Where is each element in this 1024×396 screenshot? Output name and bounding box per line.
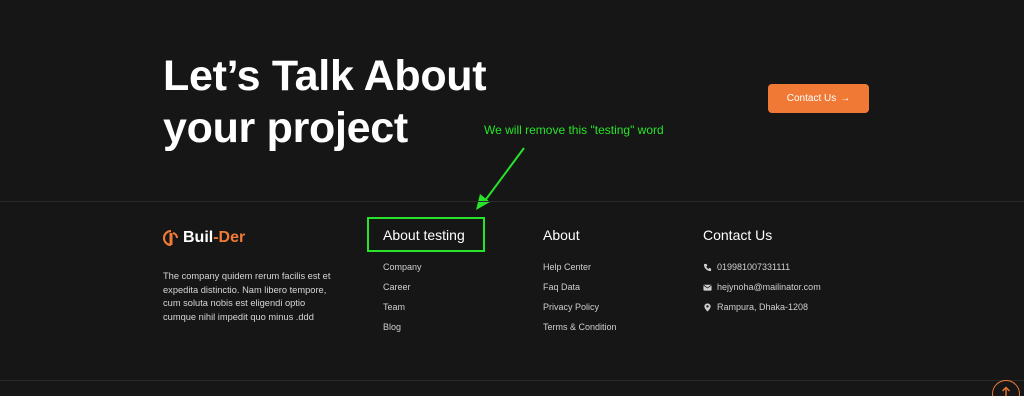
footer-link-help-center[interactable]: Help Center bbox=[543, 257, 617, 277]
bottom-divider bbox=[0, 380, 1024, 381]
brand-logo[interactable]: Buil - Der bbox=[163, 229, 245, 247]
footer-col-contact-heading: Contact Us bbox=[703, 227, 773, 243]
hero-title: Let’s Talk About your project bbox=[163, 50, 487, 154]
section-divider bbox=[0, 201, 1024, 202]
contact-us-button-label: Contact Us bbox=[786, 93, 837, 104]
footer-link-team[interactable]: Team bbox=[383, 297, 465, 317]
footer-col-about-heading: About bbox=[543, 227, 580, 243]
footer-link-faq-data[interactable]: Faq Data bbox=[543, 277, 617, 297]
footer-col-testing: About testing Company Career Team Blog bbox=[383, 227, 465, 337]
contact-address: Rampura, Dhaka-1208 bbox=[703, 297, 821, 317]
annotation-note: We will remove this "testing" word bbox=[484, 123, 664, 137]
footer-link-privacy-policy[interactable]: Privacy Policy bbox=[543, 297, 617, 317]
footer-link-terms[interactable]: Terms & Condition bbox=[543, 317, 617, 337]
hero-title-line2: your project bbox=[163, 104, 408, 152]
footer-col-about: About Help Center Faq Data Privacy Polic… bbox=[543, 227, 617, 337]
contact-email[interactable]: hejynoha@mailinator.com bbox=[703, 277, 821, 297]
contact-email-text: hejynoha@mailinator.com bbox=[717, 282, 821, 292]
arrow-right-icon: → bbox=[840, 93, 851, 104]
map-pin-icon bbox=[703, 302, 712, 312]
brand-description: The company quidem rerum facilis est et … bbox=[163, 271, 331, 322]
phone-icon bbox=[703, 263, 712, 272]
contact-phone[interactable]: 019981007331111 bbox=[703, 257, 821, 277]
arrow-up-icon bbox=[1002, 386, 1010, 396]
footer-col-testing-heading: About testing bbox=[383, 227, 465, 243]
footer-link-career[interactable]: Career bbox=[383, 277, 465, 297]
brand-name-part1: Buil bbox=[183, 229, 214, 246]
builder-logo-icon bbox=[163, 230, 178, 246]
contact-address-text: Rampura, Dhaka-1208 bbox=[717, 302, 809, 312]
scroll-to-top-button[interactable] bbox=[992, 380, 1020, 396]
mail-icon bbox=[703, 283, 712, 292]
footer-col-contact: Contact Us 019981007331111 hejynoha@mail… bbox=[703, 227, 821, 317]
brand-name-part2: Der bbox=[218, 229, 246, 246]
footer-link-blog[interactable]: Blog bbox=[383, 317, 465, 337]
contact-phone-text: 019981007331111 bbox=[717, 262, 791, 272]
footer-link-company[interactable]: Company bbox=[383, 257, 465, 277]
contact-us-button[interactable]: Contact Us → bbox=[768, 84, 869, 113]
hero-title-line1: Let’s Talk About bbox=[163, 52, 487, 100]
